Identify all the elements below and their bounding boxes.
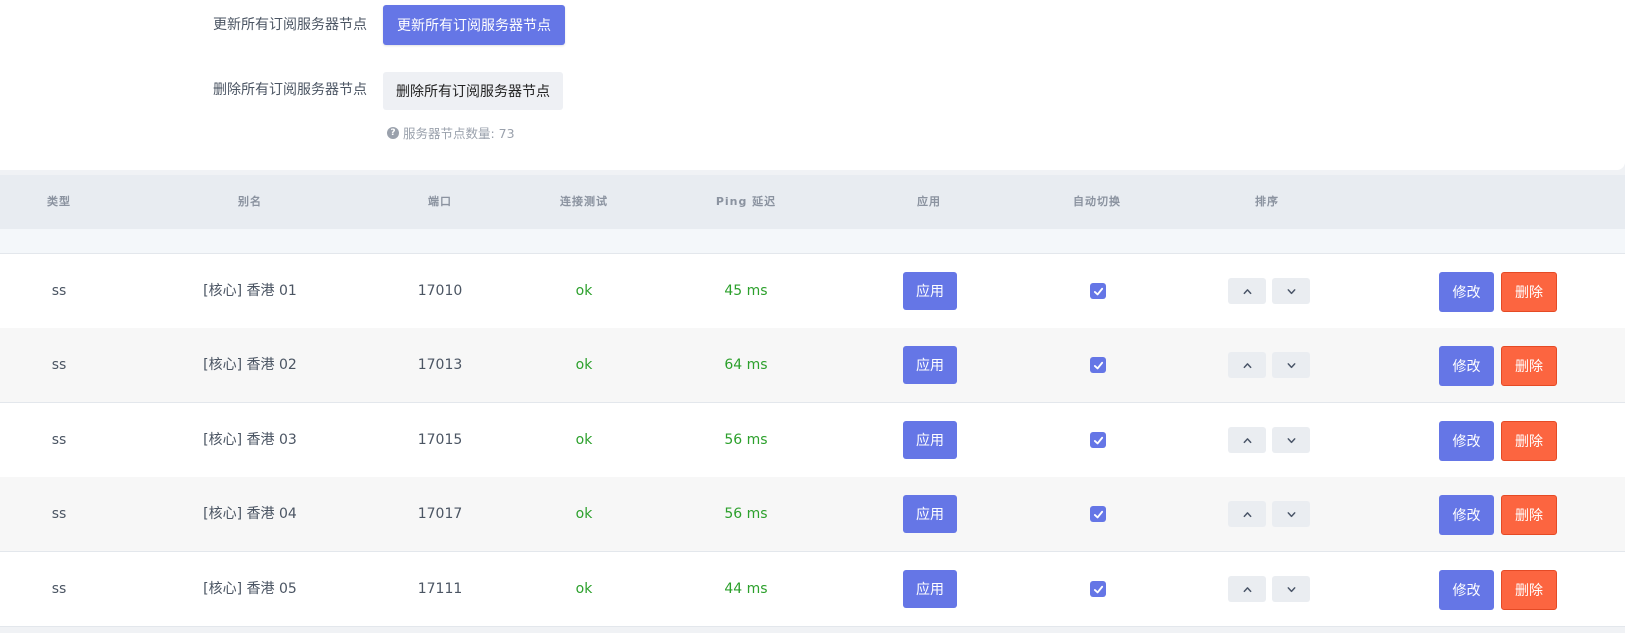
apply-button[interactable]: 应用	[903, 421, 957, 459]
move-down-button[interactable]	[1272, 576, 1310, 602]
node-count-hint: ? 服务器节点数量: 73	[387, 123, 515, 142]
table-header: 类型 别名 端口 连接测试 Ping 延迟 应用 自动切换 排序	[0, 175, 1625, 229]
edit-button[interactable]: 修改	[1439, 495, 1494, 535]
check-icon	[1093, 509, 1104, 520]
delete-all-subscriptions-button[interactable]: 删除所有订阅服务器节点	[383, 72, 563, 110]
cell-alias: [核心] 香港 02	[203, 357, 297, 373]
cell-alias: [核心] 香港 03	[203, 432, 297, 448]
chevron-up-icon	[1242, 360, 1253, 371]
move-down-button[interactable]	[1272, 278, 1310, 304]
cell-port: 17111	[417, 581, 463, 597]
table-row: ss [核心] 香港 04 17017 ok 56 ms 应用 修改 删除	[0, 477, 1625, 552]
cell-type: ss	[51, 432, 67, 448]
header-sort: 排序	[1255, 195, 1279, 208]
header-apply: 应用	[917, 195, 941, 208]
update-all-label: 更新所有订阅服务器节点	[213, 17, 367, 33]
chevron-down-icon	[1286, 435, 1297, 446]
node-count-text: 服务器节点数量: 73	[403, 126, 515, 141]
chevron-up-icon	[1242, 435, 1253, 446]
header-auto-switch: 自动切换	[1073, 195, 1121, 208]
cell-connection-test: ok	[575, 432, 593, 448]
delete-button[interactable]: 删除	[1501, 272, 1557, 312]
header-port: 端口	[428, 195, 452, 208]
update-all-subscriptions-button[interactable]: 更新所有订阅服务器节点	[383, 5, 565, 45]
delete-all-label: 删除所有订阅服务器节点	[213, 82, 367, 98]
cell-ping: 56 ms	[724, 432, 768, 448]
header-connection-test: 连接测试	[560, 195, 608, 208]
edit-button[interactable]: 修改	[1439, 421, 1494, 461]
header-alias: 别名	[238, 195, 262, 208]
move-down-button[interactable]	[1272, 501, 1310, 527]
table-spacer	[0, 229, 1625, 254]
delete-button[interactable]: 删除	[1501, 495, 1557, 535]
table-row: ss [核心] 香港 02 17013 ok 64 ms 应用 修改 删除	[0, 328, 1625, 403]
chevron-down-icon	[1286, 360, 1297, 371]
move-down-button[interactable]	[1272, 427, 1310, 453]
apply-button[interactable]: 应用	[903, 346, 957, 384]
move-down-button[interactable]	[1272, 352, 1310, 378]
cell-port: 17010	[417, 283, 463, 299]
move-up-button[interactable]	[1228, 352, 1266, 378]
cell-type: ss	[51, 506, 67, 522]
cell-type: ss	[51, 283, 67, 299]
cell-ping: 44 ms	[724, 581, 768, 597]
settings-panel: 更新所有订阅服务器节点 更新所有订阅服务器节点 删除所有订阅服务器节点 删除所有…	[0, 0, 1625, 170]
auto-switch-checkbox[interactable]	[1090, 581, 1106, 597]
move-up-button[interactable]	[1228, 427, 1266, 453]
table-row: ss [核心] 香港 01 17010 ok 45 ms 应用 修改 删除	[0, 254, 1625, 329]
edit-button[interactable]: 修改	[1439, 272, 1494, 312]
table-row: ss [核心] 香港 03 17015 ok 56 ms 应用 修改 删除	[0, 403, 1625, 478]
cell-connection-test: ok	[575, 581, 593, 597]
cell-connection-test: ok	[575, 283, 593, 299]
cell-ping: 64 ms	[724, 357, 768, 373]
check-icon	[1093, 435, 1104, 446]
chevron-down-icon	[1286, 584, 1297, 595]
move-up-button[interactable]	[1228, 278, 1266, 304]
check-icon	[1093, 584, 1104, 595]
cell-type: ss	[51, 581, 67, 597]
question-circle-icon: ?	[387, 126, 399, 139]
edit-button[interactable]: 修改	[1439, 346, 1494, 386]
cell-port: 17013	[417, 357, 463, 373]
cell-alias: [核心] 香港 04	[203, 506, 297, 522]
table-row: ss [核心] 香港 05 17111 ok 44 ms 应用 修改 删除	[0, 552, 1625, 627]
chevron-down-icon	[1286, 286, 1297, 297]
chevron-up-icon	[1242, 584, 1253, 595]
cell-port: 17017	[417, 506, 463, 522]
apply-button[interactable]: 应用	[903, 570, 957, 608]
delete-button[interactable]: 删除	[1501, 421, 1557, 461]
cell-port: 17015	[417, 432, 463, 448]
move-up-button[interactable]	[1228, 501, 1266, 527]
apply-button[interactable]: 应用	[903, 272, 957, 310]
chevron-up-icon	[1242, 286, 1253, 297]
cell-connection-test: ok	[575, 357, 593, 373]
chevron-up-icon	[1242, 509, 1253, 520]
cell-ping: 45 ms	[724, 283, 768, 299]
check-icon	[1093, 360, 1104, 371]
check-icon	[1093, 286, 1104, 297]
header-ping: Ping 延迟	[715, 195, 777, 208]
auto-switch-checkbox[interactable]	[1090, 357, 1106, 373]
cell-connection-test: ok	[575, 506, 593, 522]
auto-switch-checkbox[interactable]	[1090, 506, 1106, 522]
auto-switch-checkbox[interactable]	[1090, 283, 1106, 299]
apply-button[interactable]: 应用	[903, 495, 957, 533]
cell-alias: [核心] 香港 05	[203, 581, 297, 597]
header-type: 类型	[47, 195, 71, 208]
chevron-down-icon	[1286, 509, 1297, 520]
delete-button[interactable]: 删除	[1501, 570, 1557, 610]
move-up-button[interactable]	[1228, 576, 1266, 602]
auto-switch-checkbox[interactable]	[1090, 432, 1106, 448]
cell-alias: [核心] 香港 01	[203, 283, 297, 299]
cell-type: ss	[51, 357, 67, 373]
edit-button[interactable]: 修改	[1439, 570, 1494, 610]
delete-button[interactable]: 删除	[1501, 346, 1557, 386]
cell-ping: 56 ms	[724, 506, 768, 522]
